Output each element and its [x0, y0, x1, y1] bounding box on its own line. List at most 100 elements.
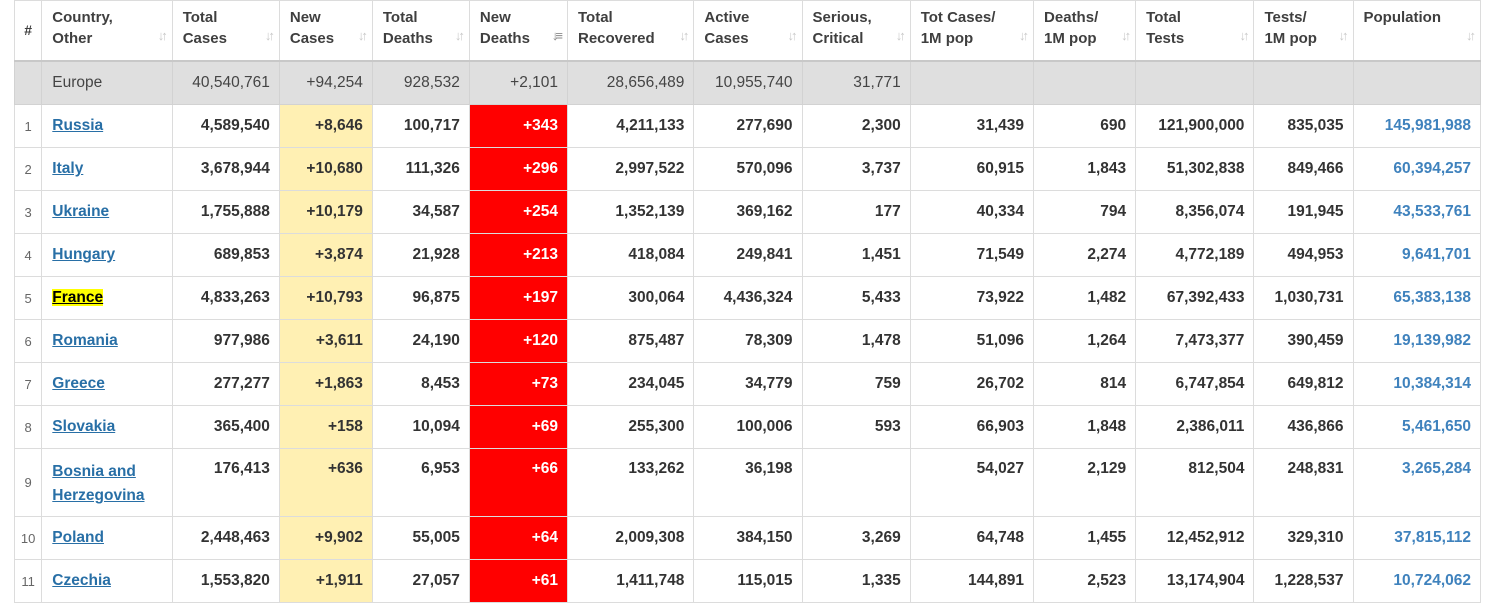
country-link[interactable]: Slovakia — [52, 418, 115, 435]
deaths-1m-cell: 690 — [1033, 104, 1137, 148]
sort-arrows-icon[interactable]: ↓↑ — [1019, 25, 1029, 46]
deaths-1m-cell: 1,455 — [1033, 516, 1137, 560]
tests-1m-cell: 835,035 — [1253, 104, 1354, 148]
column-header-label: Total — [1146, 9, 1181, 26]
active-cases-cell: 277,690 — [693, 104, 803, 148]
country-link[interactable]: Romania — [52, 332, 117, 349]
column-header-deaths-1m[interactable]: Deaths/1M pop ↓↑ — [1033, 0, 1137, 62]
column-header-tests-1m[interactable]: Tests/1M pop ↓↑ — [1253, 0, 1354, 62]
column-header-label: New — [479, 9, 511, 26]
new-deaths-cell: +254 — [468, 190, 568, 234]
column-header-label: Country, — [52, 9, 113, 26]
tot-cases-1m-cell: 71,549 — [909, 233, 1035, 277]
column-header-serious-critical[interactable]: Serious, Critical ↓↑ — [801, 0, 911, 62]
column-header-total-recovered[interactable]: Total Recovered ↓↑ — [566, 0, 695, 62]
total-tests-cell: 8,356,074 — [1135, 190, 1255, 234]
tot-cases-1m-cell: 26,702 — [909, 362, 1035, 406]
column-header-country[interactable]: Country, Other ↓↑ — [41, 0, 173, 62]
deaths-1m-cell: 2,523 — [1033, 559, 1137, 603]
total-deaths-cell: 27,057 — [371, 559, 470, 603]
total-recovered-cell: 1,411,748 — [566, 559, 695, 603]
sort-arrows-icon[interactable]: ↓↑ — [1121, 25, 1131, 46]
rank-cell: 10 — [13, 516, 43, 560]
country-link[interactable]: Ukraine — [52, 203, 109, 220]
column-header-active-cases[interactable]: Active Cases ↓↑ — [693, 0, 803, 62]
population-cell: 10,724,062 — [1352, 559, 1482, 603]
column-header-tot-cases-1m[interactable]: Tot Cases/1M pop ↓↑ — [909, 0, 1035, 62]
total-tot-cases-1m-cell — [909, 60, 1035, 105]
column-header-label: Tests/ — [1264, 9, 1307, 26]
population-cell: 37,815,112 — [1352, 516, 1482, 560]
new-cases-cell: +10,793 — [278, 276, 373, 320]
country-link[interactable]: France — [52, 289, 104, 306]
total-serious-critical-cell: 31,771 — [801, 60, 911, 105]
total-recovered-cell: 4,211,133 — [566, 104, 695, 148]
tot-cases-1m-cell: 64,748 — [909, 516, 1035, 560]
tot-cases-1m-cell: 54,027 — [909, 448, 1035, 517]
column-header-new-deaths[interactable]: New Deaths ↓≡ — [468, 0, 568, 62]
sort-arrows-icon[interactable]: ↓↑ — [679, 25, 689, 46]
sort-arrows-icon[interactable]: ↓↑ — [1339, 25, 1349, 46]
sort-arrows-icon[interactable]: ↓↑ — [265, 25, 275, 46]
serious-critical-cell: 1,478 — [801, 319, 911, 363]
country-cell: Italy — [41, 147, 173, 191]
tests-1m-cell: 849,466 — [1253, 147, 1354, 191]
country-link[interactable]: Italy — [52, 160, 83, 177]
new-cases-cell: +10,680 — [278, 147, 373, 191]
total-tests-cell: 13,174,904 — [1135, 559, 1255, 603]
country-link[interactable]: Czechia — [52, 572, 111, 589]
column-header-population[interactable]: Population ↓↑ — [1352, 0, 1482, 62]
sort-arrows-icon[interactable]: ↓↑ — [455, 25, 465, 46]
column-header-new-cases[interactable]: New Cases ↓↑ — [278, 0, 373, 62]
sort-arrows-icon[interactable]: ↓↑ — [788, 25, 798, 46]
total-recovered-cell: 875,487 — [566, 319, 695, 363]
country-link[interactable]: Russia — [52, 117, 103, 134]
sort-arrows-icon[interactable]: ↓↑ — [358, 25, 368, 46]
new-cases-cell: +158 — [278, 405, 373, 449]
column-header-total-tests[interactable]: Total Tests ↓↑ — [1135, 0, 1255, 62]
new-deaths-cell: +343 — [468, 104, 568, 148]
column-header-label: Serious, — [812, 9, 872, 26]
total-deaths-cell: 96,875 — [371, 276, 470, 320]
total-cases-cell: 176,413 — [171, 448, 280, 517]
table-row: 8 Slovakia 365,400 +158 10,094 +69 255,300 100,… — [13, 405, 1482, 449]
total-cases-cell: 689,853 — [171, 233, 280, 277]
total-cases-cell: 4,833,263 — [171, 276, 280, 320]
total-deaths-cell: 100,717 — [371, 104, 470, 148]
country-link[interactable]: Poland — [52, 529, 104, 546]
sort-desc-icon[interactable]: ↓≡ — [552, 25, 563, 46]
column-header-total-deaths[interactable]: Total Deaths ↓↑ — [371, 0, 470, 62]
country-link[interactable]: Greece — [52, 375, 105, 392]
table-row: 7 Greece 277,277 +1,863 8,453 +73 234,045 34,77… — [13, 362, 1482, 406]
new-cases-cell: +636 — [278, 448, 373, 517]
table-header-row: # Country, Other ↓↑ Total Cases ↓↑ New Cases ↓↑ To… — [13, 0, 1482, 62]
new-deaths-cell: +73 — [468, 362, 568, 406]
deaths-1m-cell: 1,482 — [1033, 276, 1137, 320]
total-deaths-cell: 8,453 — [371, 362, 470, 406]
new-deaths-cell: +120 — [468, 319, 568, 363]
serious-critical-cell: 1,451 — [801, 233, 911, 277]
deaths-1m-cell: 814 — [1033, 362, 1137, 406]
table-row: 2 Italy 3,678,944 +10,680 111,326 +296 2,997,5… — [13, 147, 1482, 191]
column-header-total-cases[interactable]: Total Cases ↓↑ — [171, 0, 280, 62]
country-link[interactable]: Hungary — [52, 246, 115, 263]
total-total-recovered-cell: 28,656,489 — [566, 60, 695, 105]
total-new-cases-cell: +94,254 — [278, 60, 373, 105]
sort-arrows-icon[interactable]: ↓↑ — [1239, 25, 1249, 46]
sort-arrows-icon[interactable]: ↓↑ — [1466, 25, 1476, 46]
country-cell: France — [41, 276, 173, 320]
rank-cell: 2 — [13, 147, 43, 191]
serious-critical-cell: 593 — [801, 405, 911, 449]
sort-arrows-icon[interactable]: ↓↑ — [896, 25, 906, 46]
tot-cases-1m-cell: 31,439 — [909, 104, 1035, 148]
tot-cases-1m-cell: 66,903 — [909, 405, 1035, 449]
population-cell: 9,641,701 — [1352, 233, 1482, 277]
country-link[interactable]: Bosnia and Herzegovina — [52, 463, 144, 504]
total-recovered-cell: 2,009,308 — [566, 516, 695, 560]
active-cases-cell: 249,841 — [693, 233, 803, 277]
sort-arrows-icon[interactable]: ↓↑ — [158, 25, 168, 46]
serious-critical-cell — [801, 448, 911, 517]
new-cases-cell: +8,646 — [278, 104, 373, 148]
population-cell: 43,533,761 — [1352, 190, 1482, 234]
column-header-label: Other — [52, 30, 93, 47]
